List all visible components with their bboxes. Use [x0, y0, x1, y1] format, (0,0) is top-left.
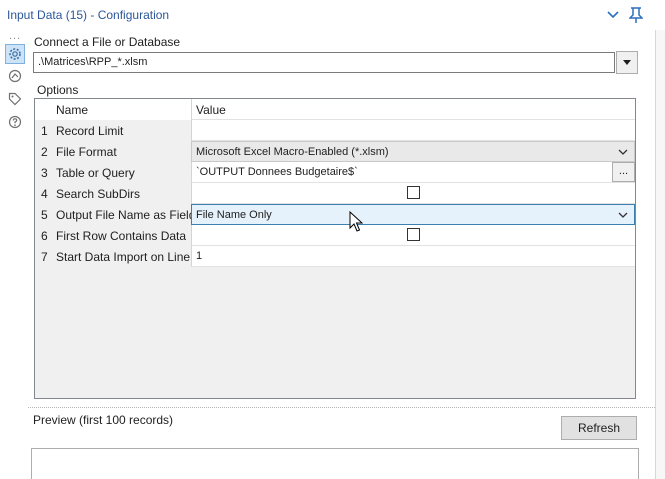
preview-label: Preview (first 100 records) [33, 413, 174, 427]
chevron-down-icon[interactable] [604, 5, 622, 25]
tag-icon[interactable] [5, 89, 25, 109]
window-title: Input Data (15) - Configuration [7, 8, 170, 22]
row-number: 2 [41, 145, 48, 159]
gear-icon[interactable] [5, 44, 25, 64]
browse-button[interactable]: ... [612, 162, 635, 182]
vertical-scrollbar[interactable] [655, 30, 665, 479]
left-toolbar: ... [0, 30, 30, 479]
option-row-table-query: 3 Table or Query `OUTPUT Donnees Budgeta… [35, 162, 635, 183]
grid-header-row: Name Value [35, 99, 635, 120]
chevron-down-icon [618, 212, 628, 218]
output-file-name-select[interactable]: File Name Only [191, 204, 635, 225]
option-name: First Row Contains Data [56, 229, 187, 243]
refresh-button[interactable]: Refresh [561, 416, 637, 440]
header-num-cell [35, 99, 54, 120]
row-number: 6 [41, 229, 48, 243]
file-format-value: Microsoft Excel Macro-Enabled (*.xlsm) [196, 146, 389, 158]
option-name: Start Data Import on Line [56, 250, 191, 264]
start-line-input[interactable]: 1 [191, 246, 635, 267]
splitter[interactable] [28, 407, 655, 410]
table-query-field[interactable]: `OUTPUT Donnees Budgetaire$` ... [191, 162, 635, 183]
mouse-cursor-icon [349, 211, 363, 232]
header-value: Value [191, 99, 635, 120]
more-dots[interactable]: ... [9, 30, 21, 42]
option-row-start-line: 7 Start Data Import on Line 1 [35, 246, 635, 267]
connect-label: Connect a File or Database [34, 35, 181, 49]
row-number: 7 [41, 250, 48, 264]
help-icon[interactable] [5, 112, 25, 132]
title-bar: Input Data (15) - Configuration [0, 0, 665, 30]
dropdown-arrow-icon [623, 60, 631, 65]
row-number: 4 [41, 187, 48, 201]
row-number: 1 [41, 124, 48, 138]
option-row-record-limit: 1 Record Limit [35, 120, 635, 141]
table-query-value: `OUTPUT Donnees Budgetaire$` [196, 166, 358, 178]
row-number: 3 [41, 166, 48, 180]
file-format-select[interactable]: Microsoft Excel Macro-Enabled (*.xlsm) [191, 141, 635, 162]
option-row-file-format: 2 File Format Microsoft Excel Macro-Enab… [35, 141, 635, 162]
option-name: Table or Query [56, 166, 135, 180]
preview-panel [31, 448, 639, 479]
path-dropdown-button[interactable] [616, 51, 638, 74]
option-name: Search SubDirs [56, 187, 141, 201]
first-row-data-cell [191, 225, 635, 246]
option-row-output-file-name: 5 Output File Name as Field File Name On… [35, 204, 635, 225]
option-name: File Format [56, 145, 117, 159]
options-grid: Name Value 1 Record Limit 2 File Format … [34, 98, 636, 399]
option-name: Record Limit [56, 124, 124, 138]
options-label: Options [37, 83, 79, 97]
connection-icon[interactable] [5, 66, 25, 86]
output-file-name-value: File Name Only [196, 209, 272, 221]
chevron-down-icon [618, 149, 628, 155]
pin-icon[interactable] [627, 5, 645, 25]
option-row-search-subdirs: 4 Search SubDirs [35, 183, 635, 204]
search-subdirs-checkbox[interactable] [407, 186, 420, 199]
row-number: 5 [41, 208, 48, 222]
path-input[interactable]: .\Matrices\RPP_*.xlsm [33, 52, 615, 73]
option-name: Output File Name as Field [56, 208, 191, 222]
record-limit-input[interactable] [191, 120, 635, 141]
option-row-first-row-data: 6 First Row Contains Data [35, 225, 635, 246]
header-name: Name [54, 99, 191, 120]
first-row-data-checkbox[interactable] [407, 228, 420, 241]
search-subdirs-cell [191, 183, 635, 204]
